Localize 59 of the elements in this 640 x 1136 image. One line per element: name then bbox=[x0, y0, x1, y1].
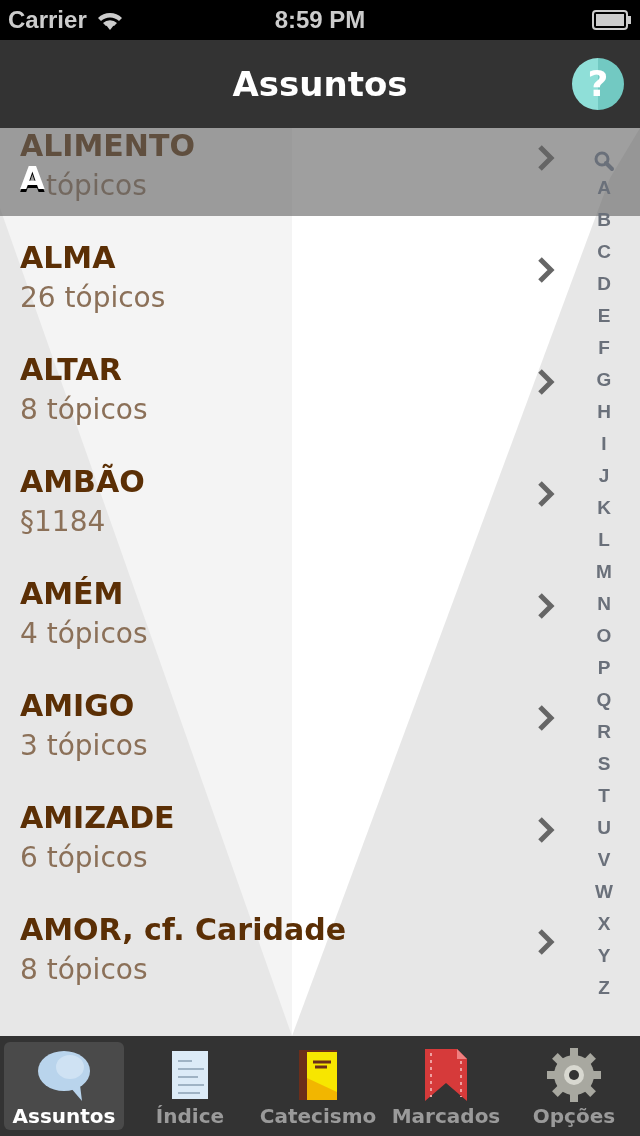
index-letter[interactable]: Y bbox=[586, 940, 622, 972]
topic-title: AMÉM bbox=[20, 576, 124, 612]
topic-title: AMIZADE bbox=[20, 800, 175, 836]
index-letter[interactable]: L bbox=[586, 524, 622, 556]
clock-time: 8:59 PM bbox=[274, 6, 366, 34]
chevron-icon bbox=[536, 256, 556, 284]
index-letter[interactable]: D bbox=[586, 268, 622, 300]
index-letter[interactable]: T bbox=[586, 780, 622, 812]
index-letter[interactable]: C bbox=[586, 236, 622, 268]
bookmark-icon bbox=[423, 1046, 469, 1104]
tab[interactable]: Opções bbox=[512, 1042, 636, 1130]
topic-count: §1184 bbox=[20, 504, 106, 540]
chevron-icon bbox=[536, 480, 556, 508]
index-letter[interactable]: G bbox=[586, 364, 622, 396]
topic-count: 4 tópicos bbox=[20, 616, 148, 652]
index-letter[interactable]: S bbox=[586, 748, 622, 780]
index-letter[interactable]: W bbox=[586, 876, 622, 908]
index-letter[interactable]: U bbox=[586, 812, 622, 844]
tab[interactable]: Índice bbox=[128, 1042, 252, 1130]
index-letter[interactable]: I bbox=[586, 428, 622, 460]
index-letter[interactable]: F bbox=[586, 332, 622, 364]
chevron-icon bbox=[536, 928, 556, 956]
screen-title: Assuntos bbox=[232, 62, 408, 106]
topic-count: 26 tópicos bbox=[20, 280, 166, 316]
topic-title: AMBÃO bbox=[20, 464, 145, 500]
battery-icon bbox=[592, 10, 632, 30]
index-letter[interactable]: R bbox=[586, 716, 622, 748]
chevron-icon bbox=[536, 144, 556, 172]
index-letter[interactable]: E bbox=[586, 300, 622, 332]
index-letter[interactable]: Z bbox=[586, 972, 622, 1004]
index-letter[interactable]: Q bbox=[586, 684, 622, 716]
topic-count: 3 tópicos bbox=[20, 728, 148, 764]
index-letter[interactable]: X bbox=[586, 908, 622, 940]
index-letter[interactable]: J bbox=[586, 460, 622, 492]
chevron-icon bbox=[536, 592, 556, 620]
topic-title: ALMA bbox=[20, 240, 116, 276]
index-letter[interactable]: P bbox=[586, 652, 622, 684]
carrier-label: Carrier bbox=[8, 6, 87, 34]
topic-count: 8 tópicos bbox=[20, 392, 148, 428]
index-letter[interactable]: V bbox=[586, 844, 622, 876]
search-icon[interactable] bbox=[593, 150, 615, 172]
tab[interactable]: Assuntos bbox=[4, 1042, 124, 1130]
topic-count: 8 tópicos bbox=[20, 952, 148, 988]
topic-count: 6 tópicos bbox=[20, 840, 148, 876]
tab[interactable]: Catecismo bbox=[256, 1042, 380, 1130]
topic-title: AMIGO bbox=[20, 688, 135, 724]
index-letter[interactable]: M bbox=[586, 556, 622, 588]
topic-title: ALTAR bbox=[20, 352, 122, 388]
tab[interactable]: Marcados bbox=[384, 1042, 508, 1130]
index-letter[interactable]: O bbox=[586, 620, 622, 652]
index-letter[interactable]: K bbox=[586, 492, 622, 524]
chevron-icon bbox=[536, 704, 556, 732]
topic-title: AMOR, cf. Caridade bbox=[20, 912, 346, 948]
settings-icon bbox=[546, 1046, 602, 1104]
index-letter[interactable]: H bbox=[586, 396, 622, 428]
index-letter[interactable]: N bbox=[586, 588, 622, 620]
chevron-icon bbox=[536, 816, 556, 844]
topic-count: tópicos bbox=[46, 168, 147, 204]
chevron-icon bbox=[536, 368, 556, 396]
